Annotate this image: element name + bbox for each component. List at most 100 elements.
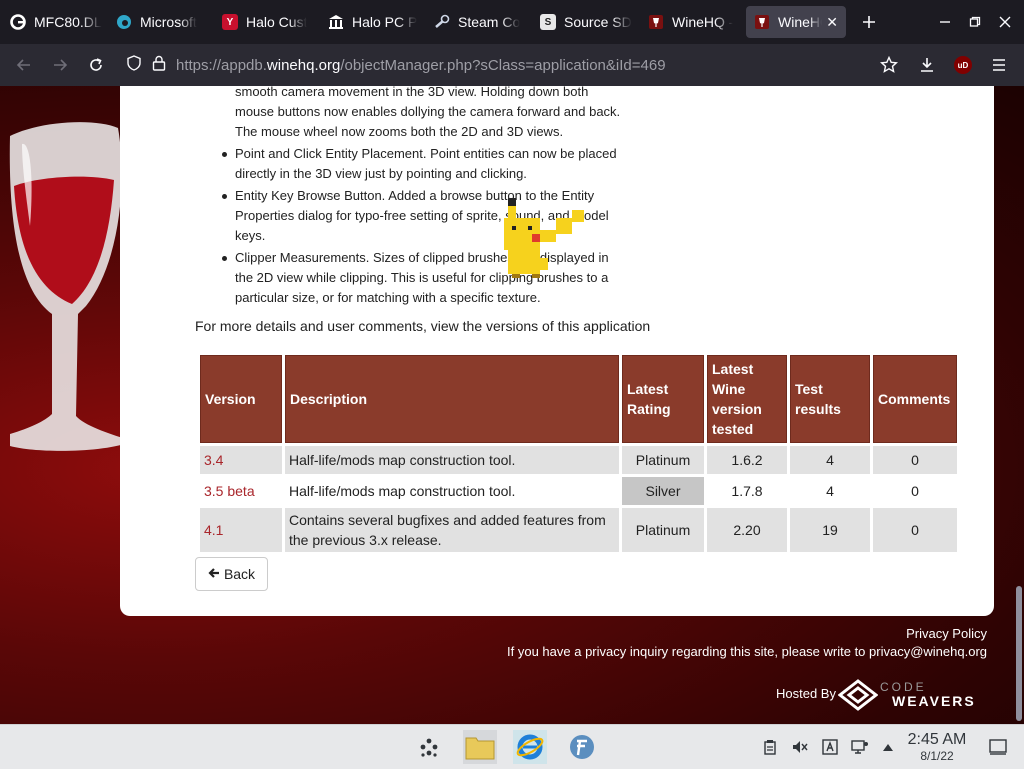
taskbar: 2:45 AM 8/1/22 bbox=[0, 724, 1024, 769]
feature-text-camera: smooth camera movement in the 3D view. H… bbox=[235, 86, 621, 139]
bookmark-star-icon[interactable] bbox=[873, 49, 905, 81]
close-window-button[interactable] bbox=[989, 6, 1021, 38]
minimize-button[interactable] bbox=[929, 6, 961, 38]
comments-cell: 0 bbox=[873, 477, 957, 505]
tab-label: WineHQ - bbox=[672, 14, 734, 30]
winehq-icon bbox=[754, 14, 770, 30]
bullet-icon bbox=[222, 256, 227, 261]
tab-label: Halo Cust bbox=[246, 14, 308, 30]
wine-version-cell: 1.6.2 bbox=[707, 446, 787, 474]
rating-cell: Silver bbox=[622, 477, 704, 505]
description-cell: Half-life/mods map construction tool. bbox=[285, 477, 619, 505]
url-scheme: https:// bbox=[176, 56, 222, 74]
file-manager-icon[interactable] bbox=[463, 730, 497, 764]
pixel-pikachu-sprite bbox=[504, 198, 584, 278]
hosted-by-text: Hosted By bbox=[776, 686, 836, 701]
winehq-icon bbox=[648, 14, 664, 30]
rating-cell: Platinum bbox=[622, 446, 704, 474]
source-sdk-icon: S bbox=[540, 14, 556, 30]
arrow-left-icon bbox=[208, 566, 220, 582]
tab-label: Microsoft bbox=[140, 14, 197, 30]
ublock-origin-icon[interactable]: uD bbox=[947, 49, 979, 81]
halo-custom-icon: Y bbox=[222, 14, 238, 30]
display-config-icon[interactable] bbox=[850, 737, 870, 757]
google-icon bbox=[10, 14, 26, 30]
back-button[interactable]: Back bbox=[195, 557, 268, 591]
tab-label: WineHQ bbox=[778, 14, 822, 30]
back-label: Back bbox=[223, 566, 256, 582]
wine-version-cell: 2.20 bbox=[707, 508, 787, 552]
test-results-cell: 4 bbox=[790, 477, 870, 505]
table-header-row: Version Description Latest Rating Latest… bbox=[200, 355, 957, 443]
tab-label: Source SD bbox=[564, 14, 632, 30]
discover-store-icon[interactable] bbox=[565, 730, 599, 764]
privacy-policy-link[interactable]: Privacy Policy bbox=[906, 626, 987, 641]
url-bar[interactable]: https://appdb. winehq.org/objectManager.p… bbox=[120, 48, 914, 82]
tab-winehq-active[interactable]: WineHQ ✕ bbox=[746, 6, 846, 38]
close-tab-icon[interactable]: ✕ bbox=[826, 14, 838, 31]
tab-source-sdk[interactable]: S Source SD bbox=[540, 6, 632, 38]
description-cell: Half-life/mods map construction tool. bbox=[285, 446, 619, 474]
tab-steam[interactable]: Steam Co bbox=[434, 6, 526, 38]
url-path: /objectManager.php?sClass=application&iI… bbox=[340, 56, 666, 74]
privacy-inquiry-text: If you have a privacy inquiry regarding … bbox=[507, 644, 987, 659]
shield-icon[interactable] bbox=[126, 55, 142, 75]
version-link[interactable]: 3.4 bbox=[200, 446, 282, 474]
forward-nav-button[interactable] bbox=[44, 49, 76, 81]
tab-halo-custom[interactable]: Y Halo Cust bbox=[222, 6, 314, 38]
tab-mfc80[interactable]: MFC80.DL bbox=[10, 6, 102, 38]
more-details-text: For more details and user comments, view… bbox=[195, 318, 651, 334]
lock-icon[interactable] bbox=[152, 55, 166, 75]
clipboard-icon[interactable] bbox=[760, 737, 780, 757]
input-method-icon[interactable] bbox=[820, 737, 840, 757]
menu-icon[interactable] bbox=[983, 49, 1015, 81]
clock-date: 8/1/22 bbox=[920, 749, 954, 763]
column-header-test-results: Test results bbox=[790, 355, 870, 443]
navigation-bar: https://appdb. winehq.org/objectManager.p… bbox=[0, 44, 1024, 86]
new-tab-button[interactable] bbox=[853, 6, 885, 38]
column-header-version: Version bbox=[200, 355, 282, 443]
codeweavers-logo[interactable]: CODE WEAVERS bbox=[838, 679, 988, 711]
version-link[interactable]: 3.5 beta bbox=[200, 477, 282, 505]
rating-cell: Platinum bbox=[622, 508, 704, 552]
url-host: winehq.org bbox=[266, 56, 341, 74]
tab-label: Halo PC P bbox=[352, 14, 418, 30]
comments-cell: 0 bbox=[873, 446, 957, 474]
clock[interactable]: 2:45 AM 8/1/22 bbox=[900, 731, 974, 763]
column-header-description: Description bbox=[285, 355, 619, 443]
institution-icon bbox=[328, 14, 344, 30]
table-row: 3.4 Half-life/mods map construction tool… bbox=[200, 446, 957, 474]
page-viewport: smooth camera movement in the 3D view. H… bbox=[0, 86, 1024, 724]
comments-cell: 0 bbox=[873, 508, 957, 552]
volume-muted-icon[interactable] bbox=[790, 737, 810, 757]
test-results-cell: 19 bbox=[790, 508, 870, 552]
tab-halo-pc[interactable]: Halo PC P bbox=[328, 6, 420, 38]
maximize-button[interactable] bbox=[959, 6, 991, 38]
back-nav-button[interactable] bbox=[8, 49, 40, 81]
column-header-latest-wine: Latest Wine version tested bbox=[707, 355, 787, 443]
codeweavers-text-bottom: WEAVERS bbox=[892, 693, 976, 709]
description-cell: Contains several bugfixes and added feat… bbox=[285, 508, 619, 552]
version-link[interactable]: 4.1 bbox=[200, 508, 282, 552]
downloads-icon[interactable] bbox=[911, 49, 943, 81]
test-results-cell: 4 bbox=[790, 446, 870, 474]
app-launcher-icon[interactable] bbox=[412, 730, 446, 764]
column-header-comments: Comments bbox=[873, 355, 957, 443]
tab-bar: MFC80.DL Microsoft Y Halo Cust Halo PC P… bbox=[0, 0, 1024, 44]
tab-label: MFC80.DL bbox=[34, 14, 102, 30]
tab-label: Steam Co bbox=[458, 14, 521, 30]
reload-button[interactable] bbox=[80, 49, 112, 81]
url-subdomain: appdb. bbox=[221, 56, 267, 74]
edge-icon bbox=[116, 14, 132, 30]
table-row: 3.5 beta Half-life/mods map construction… bbox=[200, 477, 957, 505]
column-header-latest-rating: Latest Rating bbox=[622, 355, 704, 443]
feature-text-point-click: Point and Click Entity Placement. Point … bbox=[235, 146, 617, 181]
expand-tray-icon[interactable] bbox=[878, 737, 898, 757]
show-desktop-icon[interactable] bbox=[988, 737, 1008, 757]
tab-winehq-1[interactable]: WineHQ - bbox=[648, 6, 740, 38]
internet-explorer-icon[interactable] bbox=[513, 730, 547, 764]
scrollbar-thumb[interactable] bbox=[1016, 586, 1022, 721]
wine-version-cell: 1.7.8 bbox=[707, 477, 787, 505]
tab-microsoft[interactable]: Microsoft bbox=[116, 6, 208, 38]
table-row: 4.1 Contains several bugfixes and added … bbox=[200, 508, 957, 552]
